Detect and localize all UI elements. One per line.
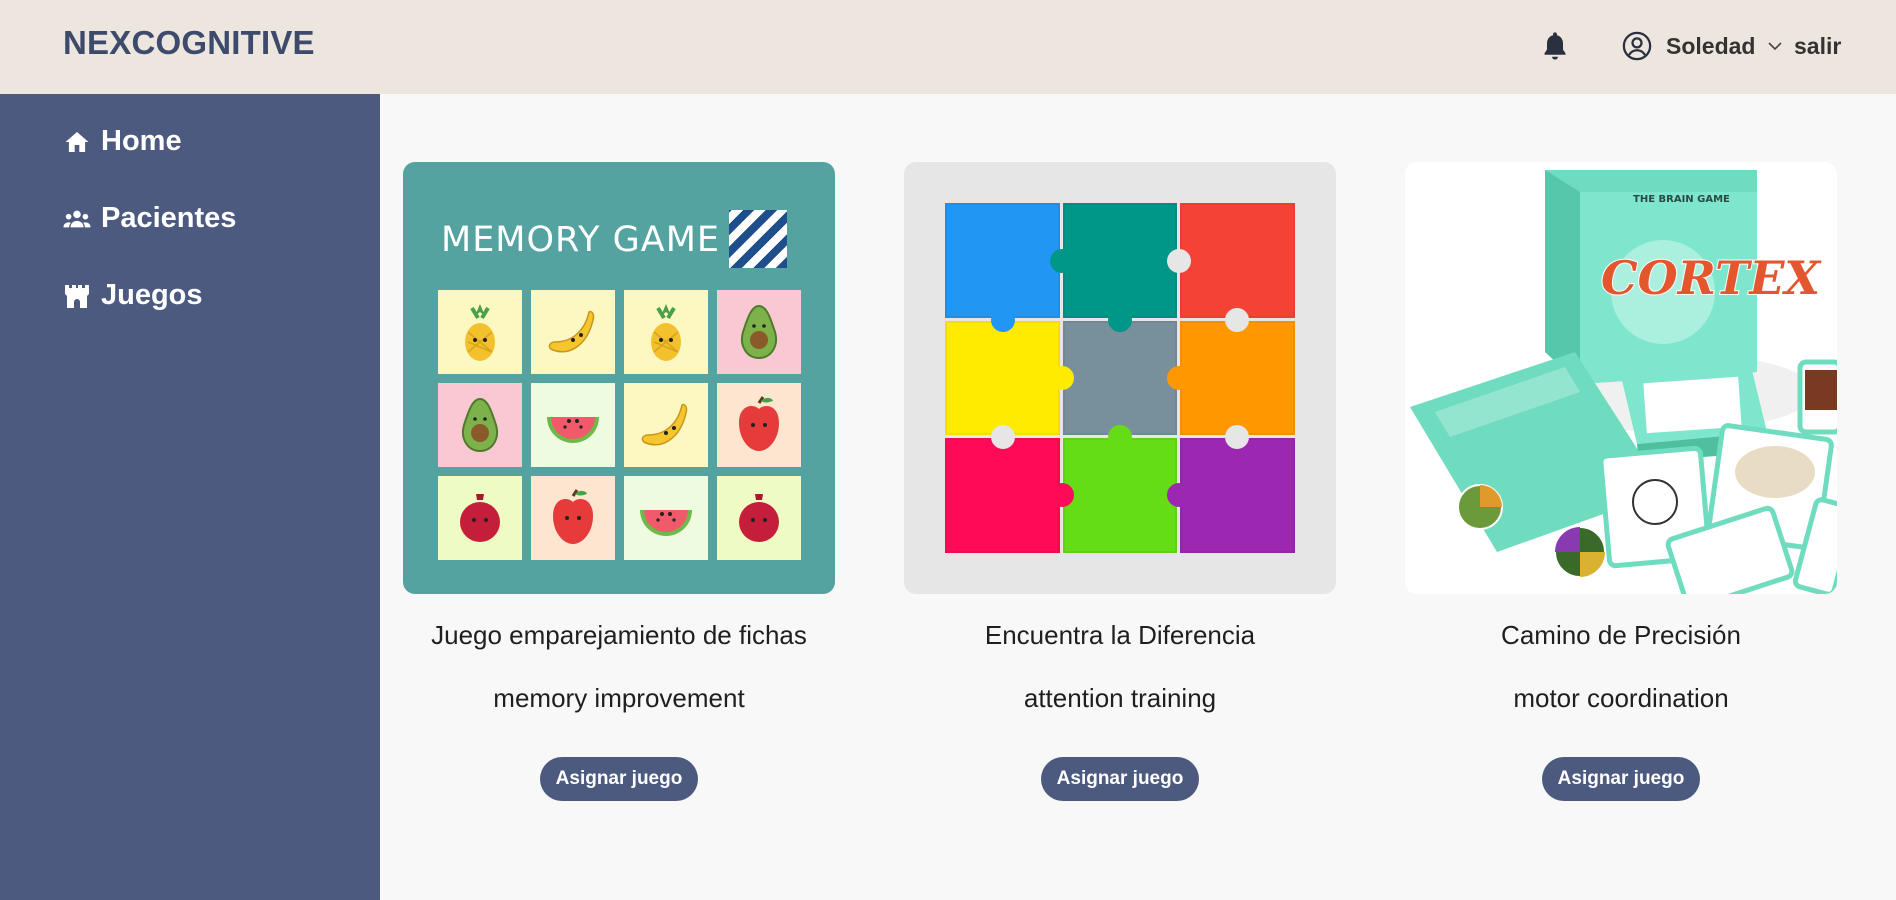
game-card-cortex: THE BRAIN GAME CORTEX Camino de Precisió… [1405, 162, 1837, 801]
game-title: Juego emparejamiento de fichas [431, 620, 807, 650]
cortex-logo: CORTEX [1601, 251, 1822, 305]
banana-icon [531, 290, 615, 374]
sidebar-item-label: Juegos [101, 279, 203, 311]
pomegranate-icon [438, 476, 522, 560]
striped-square [729, 210, 787, 268]
puzzle-knobs [991, 249, 1249, 507]
assign-game-button[interactable]: Asignar juego [540, 757, 698, 801]
home-icon [63, 128, 91, 156]
fruit-tile-grid [438, 290, 801, 560]
users-icon [63, 205, 91, 233]
game-title: Encuentra la Diferencia [984, 620, 1256, 650]
apple-icon [717, 383, 801, 467]
logout-link[interactable]: salir [1794, 33, 1841, 60]
castle-icon [63, 282, 91, 310]
banana-icon [624, 383, 708, 467]
game-subtitle: motor coordination [1513, 683, 1729, 713]
memory-game-caption: MEMORY GAME [441, 220, 721, 260]
game-card-puzzle: Encuentra la Diferencia attention traini… [904, 162, 1336, 801]
sidebar-item-juegos[interactable]: Juegos [63, 279, 203, 312]
cortex-illustration: THE BRAIN GAME CORTEX [1410, 170, 1837, 594]
pineapple-icon [438, 290, 522, 374]
avocado-icon [438, 383, 522, 467]
apple-icon [531, 476, 615, 560]
sidebar: Home Pacientes Juegos [0, 94, 380, 900]
watermelon-icon [531, 383, 615, 467]
avocado-icon [717, 290, 801, 374]
sidebar-item-home[interactable]: Home [63, 125, 182, 158]
game-subtitle: attention training [1023, 683, 1217, 713]
user-name: Soledad [1666, 32, 1756, 59]
game-title: Camino de Precisión [1501, 620, 1741, 650]
game-subtitle: memory improvement [493, 683, 745, 713]
sidebar-item-label: Home [101, 125, 182, 157]
bell-icon[interactable] [1540, 30, 1570, 64]
game-card-memory: MEMORY GAME Juego emparejamiento de fich… [403, 162, 835, 801]
puzzle-image[interactable] [904, 162, 1336, 594]
sidebar-item-label: Pacientes [101, 202, 237, 234]
pineapple-icon [624, 290, 708, 374]
assign-game-button[interactable]: Asignar juego [1041, 757, 1199, 801]
memory-game-image[interactable]: MEMORY GAME [403, 162, 835, 594]
watermelon-icon [624, 476, 708, 560]
pomegranate-icon [717, 476, 801, 560]
cortex-box-image[interactable]: THE BRAIN GAME CORTEX [1405, 162, 1837, 594]
user-circle-icon [1622, 31, 1652, 61]
chevron-down-icon [1768, 42, 1783, 51]
brand-logo[interactable]: NEXCOGNITIVE [63, 24, 315, 62]
cortex-tagline: THE BRAIN GAME [1633, 194, 1730, 205]
sidebar-item-pacientes[interactable]: Pacientes [63, 202, 236, 235]
top-bar: NEXCOGNITIVE Soledad salir [0, 0, 1896, 94]
user-menu[interactable]: Soledad [1622, 26, 1785, 66]
assign-game-button[interactable]: Asignar juego [1542, 757, 1700, 801]
